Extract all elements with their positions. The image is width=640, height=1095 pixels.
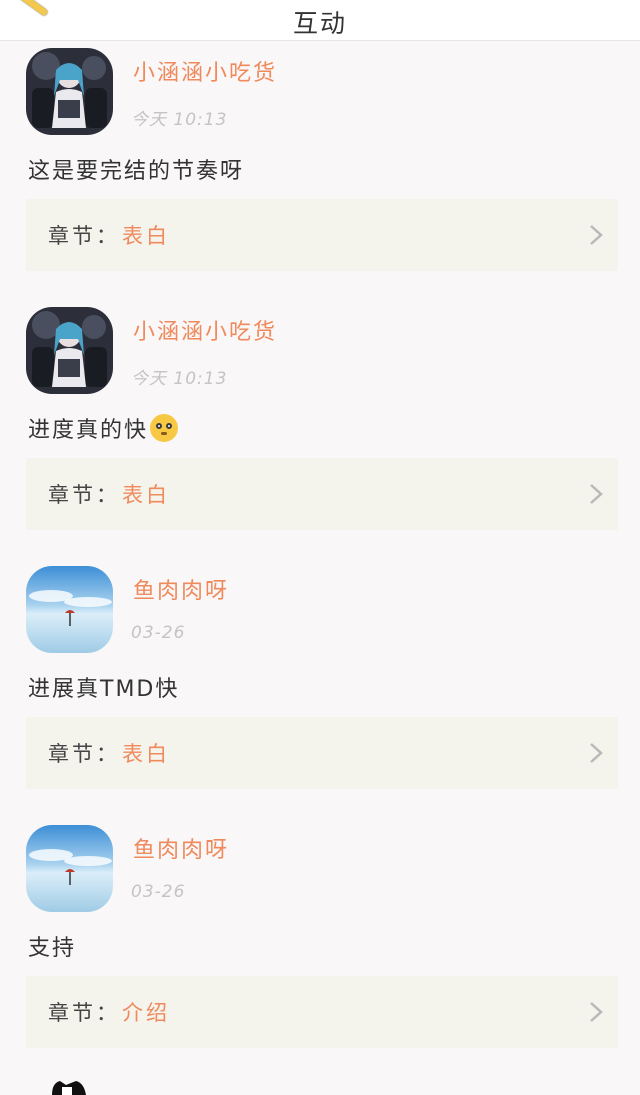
chapter-link[interactable]: 章节： 表白 <box>26 458 618 530</box>
timestamp: 03-26 <box>131 882 186 902</box>
chapter-link[interactable]: 章节： 表白 <box>26 199 618 271</box>
comment-item: 小涵涵小吃货 今天 10:13 进度真的快 章节： 表白 <box>0 300 640 559</box>
username[interactable]: 鱼肉肉呀 <box>133 573 229 605</box>
username[interactable]: 鱼肉肉呀 <box>133 832 229 864</box>
comment-text: 这是要完结的节奏呀 <box>28 153 244 185</box>
chapter-label: 章节： <box>48 224 120 248</box>
blush-emoji-icon <box>150 414 179 442</box>
chapter-link[interactable]: 章节： 介绍 <box>26 976 618 1048</box>
timestamp: 今天 10:13 <box>131 369 228 389</box>
comment-text-body: 这是要完结的节奏呀 <box>28 159 245 184</box>
comment-text: 进展真TMD快 <box>28 671 179 703</box>
chapter-name: 表白 <box>122 742 170 766</box>
timestamp: 今天 10:13 <box>131 110 228 130</box>
page-title: 互动 <box>292 9 347 38</box>
chapter-label: 章节： <box>48 483 120 507</box>
sky-umbrella-avatar[interactable] <box>26 825 113 912</box>
comment-text-body: 进展真TMD快 <box>28 677 180 702</box>
sky-umbrella-avatar[interactable] <box>26 566 113 653</box>
chevron-right-icon <box>590 484 603 504</box>
chapter-label: 章节： <box>48 742 120 766</box>
comment-text: 进度真的快 <box>28 412 179 444</box>
username[interactable]: 小涵涵小吃货 <box>133 314 277 346</box>
chapter-link[interactable]: 章节： 表白 <box>26 717 618 789</box>
comment-item: 鱼肉肉呀 03-26 进展真TMD快 章节： 表白 <box>0 559 640 818</box>
anime-girl-avatar[interactable] <box>26 307 113 394</box>
comment-item: 小涵涵小吃货 今天 10:13 这是要完结的节奏呀 章节： 表白 <box>0 41 640 300</box>
chapter-name: 表白 <box>122 224 170 248</box>
chapter-name: 表白 <box>122 483 170 507</box>
comment-feed: 小涵涵小吃货 今天 10:13 这是要完结的节奏呀 章节： 表白 小涵涵小吃货 … <box>0 41 640 1077</box>
next-item-avatar-partial <box>52 1081 86 1095</box>
timestamp: 03-26 <box>131 623 186 643</box>
anime-girl-avatar[interactable] <box>26 48 113 135</box>
chevron-right-icon <box>590 225 603 245</box>
top-bar: 互动 <box>0 0 640 41</box>
chevron-right-icon <box>590 743 603 763</box>
chapter-label: 章节： <box>48 1001 120 1025</box>
comment-text: 支持 <box>28 930 76 962</box>
chapter-name: 介绍 <box>122 1001 170 1025</box>
comment-text-body: 支持 <box>28 936 77 961</box>
comment-item: 鱼肉肉呀 03-26 支持 章节： 介绍 <box>0 818 640 1077</box>
chevron-right-icon <box>590 1002 603 1022</box>
comment-text-body: 进度真的快 <box>28 418 149 443</box>
username[interactable]: 小涵涵小吃货 <box>133 55 277 87</box>
